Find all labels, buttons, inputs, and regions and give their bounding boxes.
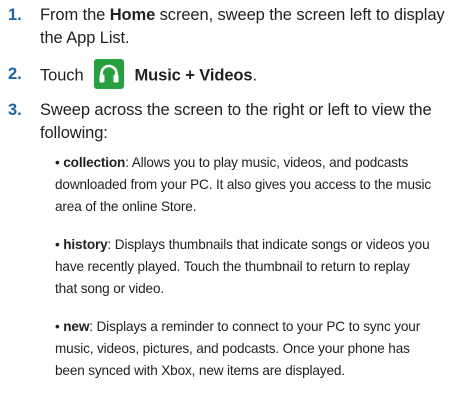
bullet-text-line2: downloaded from your PC. It also gives y… bbox=[55, 177, 432, 192]
bullet-term: collection bbox=[63, 155, 126, 170]
step-text-suffix: screen, sweep the screen left to display bbox=[155, 6, 445, 24]
headphones-icon bbox=[94, 59, 125, 89]
bullet-term: new bbox=[63, 319, 90, 334]
bullet-text-line1: : Allows you to play music, videos, and … bbox=[125, 155, 409, 170]
step-text-prefix: Touch bbox=[40, 66, 84, 85]
step-number: 1. bbox=[8, 6, 22, 24]
step-text-prefix: From the bbox=[40, 6, 110, 24]
bullet-history: • history: Displays thumbnails that indi… bbox=[55, 234, 463, 300]
step-text-line2: the App List. bbox=[40, 29, 130, 47]
bullet-text-line3: been synced with Xbox, new items are dis… bbox=[55, 363, 345, 378]
bullet-text-line3: that song or video. bbox=[55, 281, 164, 296]
step-text: Touch Music + Videos. bbox=[40, 59, 460, 89]
bullet-marker: • bbox=[55, 319, 64, 334]
bullet-marker: • bbox=[55, 155, 64, 170]
bullet-collection: • collection: Allows you to play music, … bbox=[55, 152, 463, 218]
step-number: 2. bbox=[8, 65, 22, 83]
step-text-line1: Sweep across the screen to the right or … bbox=[40, 101, 432, 119]
bullet-text-line1: : Displays a reminder to connect to your… bbox=[89, 319, 421, 334]
music-videos-app-name: Music + Videos bbox=[134, 66, 253, 85]
bullet-text-line2: have recently played. Touch the thumbnai… bbox=[55, 259, 410, 274]
home-screen-term: Home bbox=[109, 6, 156, 24]
step-text: From the Home screen, sweep the screen l… bbox=[40, 4, 460, 50]
bullet-text-line1: : Displays thumbnails that indicate song… bbox=[107, 237, 430, 252]
bullet-term: history bbox=[63, 237, 108, 252]
bullet-text-line3: area of the online Store. bbox=[55, 199, 197, 214]
bullet-marker: • bbox=[55, 237, 64, 252]
bullet-text-line2: music, videos, pictures, and podcasts. O… bbox=[55, 341, 410, 356]
step-text-line2: following: bbox=[40, 124, 108, 142]
bullet-new: • new: Displays a reminder to connect to… bbox=[55, 316, 463, 382]
step-number: 3. bbox=[8, 101, 22, 119]
manual-page: 1. From the Home screen, sweep the scree… bbox=[0, 0, 472, 416]
step-text: Sweep across the screen to the right or … bbox=[40, 99, 460, 145]
step-text-suffix: . bbox=[252, 66, 257, 85]
